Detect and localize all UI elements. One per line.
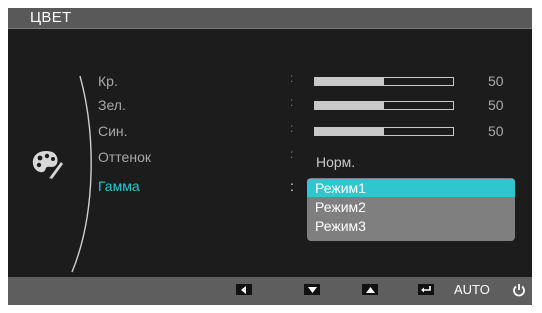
title-bar: ЦВЕТ <box>8 8 532 28</box>
colon-green: : <box>290 95 294 109</box>
menu-title: ЦВЕТ <box>30 9 72 26</box>
auto-button[interactable]: AUTO <box>454 282 490 297</box>
colon-gamma: : <box>290 178 294 194</box>
menu-item-blue[interactable]: Син. <box>98 123 128 139</box>
value-blue: 50 <box>488 123 504 139</box>
enter-icon <box>421 286 431 293</box>
menu-bracket <box>71 75 92 273</box>
menu-item-green[interactable]: Зел. <box>98 97 126 113</box>
tone-value: Норм. <box>316 154 356 170</box>
left-arrow-icon <box>241 285 246 294</box>
up-arrow-icon <box>365 286 375 293</box>
down-arrow-icon <box>307 286 317 293</box>
osd-window: ЦВЕТ Кр. : 50 Зел. : 50 Син.: 50 Оттено… <box>8 8 532 305</box>
palette-icon <box>32 151 63 179</box>
colon-red: : <box>290 71 294 85</box>
up-arrow-button[interactable] <box>362 284 378 295</box>
menu-item-gamma[interactable]: Гамма <box>98 178 140 194</box>
slider-red[interactable] <box>314 77 454 86</box>
colon-tone: : <box>290 147 294 161</box>
menu-item-tone[interactable]: Оттенок <box>98 149 151 165</box>
button-bar: AUTO <box>8 277 532 305</box>
colon-blue: : <box>290 121 294 135</box>
value-green: 50 <box>488 97 504 113</box>
dropdown-option-mode1[interactable]: Режим1 <box>307 179 515 197</box>
slider-green-fill <box>315 102 384 109</box>
power-icon[interactable] <box>512 282 526 298</box>
value-red: 50 <box>488 73 504 89</box>
slider-blue[interactable] <box>314 127 454 136</box>
slider-green[interactable] <box>314 101 454 110</box>
dropdown-option-mode3[interactable]: Режим3 <box>307 217 515 235</box>
dropdown-option-mode2[interactable]: Режим2 <box>307 198 515 216</box>
slider-red-fill <box>315 78 384 85</box>
down-arrow-button[interactable] <box>304 284 320 295</box>
left-arrow-button[interactable] <box>236 284 252 295</box>
menu-content: Кр. : 50 Зел. : 50 Син. : 50 Оттенок : Н… <box>8 29 532 277</box>
menu-item-red[interactable]: Кр. <box>98 73 118 89</box>
gamma-dropdown[interactable]: Режим1 Режим2 Режим3 <box>307 178 515 241</box>
enter-button[interactable] <box>418 284 434 295</box>
slider-blue-fill <box>315 128 384 135</box>
